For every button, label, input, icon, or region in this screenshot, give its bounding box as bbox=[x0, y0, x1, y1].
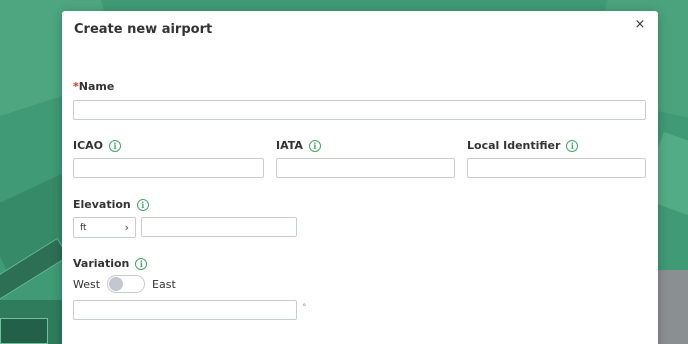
variation-direction-toggle[interactable] bbox=[107, 275, 146, 293]
chevron-right-icon: › bbox=[124, 221, 129, 234]
info-icon[interactable]: i bbox=[135, 257, 148, 270]
elevation-unit-value: ft bbox=[80, 222, 87, 233]
icao-label: ICAO i bbox=[73, 139, 122, 152]
toggle-knob bbox=[109, 277, 124, 291]
east-label: East bbox=[152, 277, 176, 291]
degree-unit: ° bbox=[302, 303, 307, 313]
elevation-label: Elevation i bbox=[73, 198, 149, 211]
map-apron bbox=[0, 318, 48, 344]
info-icon[interactable]: i bbox=[136, 198, 149, 211]
iata-label: IATA i bbox=[276, 139, 321, 152]
close-icon[interactable]: × bbox=[632, 17, 648, 33]
dialog-title: Create new airport bbox=[74, 22, 213, 37]
local-identifier-label-text: Local Identifier bbox=[467, 139, 561, 152]
elevation-unit-select[interactable]: ft › bbox=[73, 217, 136, 238]
variation-label-text: Variation bbox=[73, 257, 130, 270]
local-identifier-label: Local Identifier i bbox=[467, 139, 579, 152]
iata-label-text: IATA bbox=[276, 139, 303, 152]
name-label-text: Name bbox=[78, 80, 115, 93]
info-icon[interactable]: i bbox=[109, 139, 122, 152]
iata-input[interactable] bbox=[276, 158, 455, 178]
map-building bbox=[657, 270, 688, 344]
icao-input[interactable] bbox=[73, 158, 264, 178]
local-identifier-input[interactable] bbox=[467, 158, 646, 178]
elevation-input[interactable] bbox=[141, 217, 297, 237]
variation-label: Variation i bbox=[73, 257, 148, 270]
west-label: West bbox=[73, 277, 101, 291]
info-icon[interactable]: i bbox=[308, 139, 321, 152]
name-label: *Name bbox=[73, 80, 114, 93]
info-icon[interactable]: i bbox=[566, 139, 579, 152]
create-airport-dialog: Create new airport × *Name ICAO i IATA i… bbox=[62, 11, 658, 344]
variation-direction-toggle-row: West East bbox=[73, 275, 176, 293]
icao-label-text: ICAO bbox=[73, 139, 104, 152]
name-input[interactable] bbox=[73, 100, 646, 120]
elevation-label-text: Elevation bbox=[73, 198, 131, 211]
variation-input[interactable] bbox=[73, 300, 297, 320]
